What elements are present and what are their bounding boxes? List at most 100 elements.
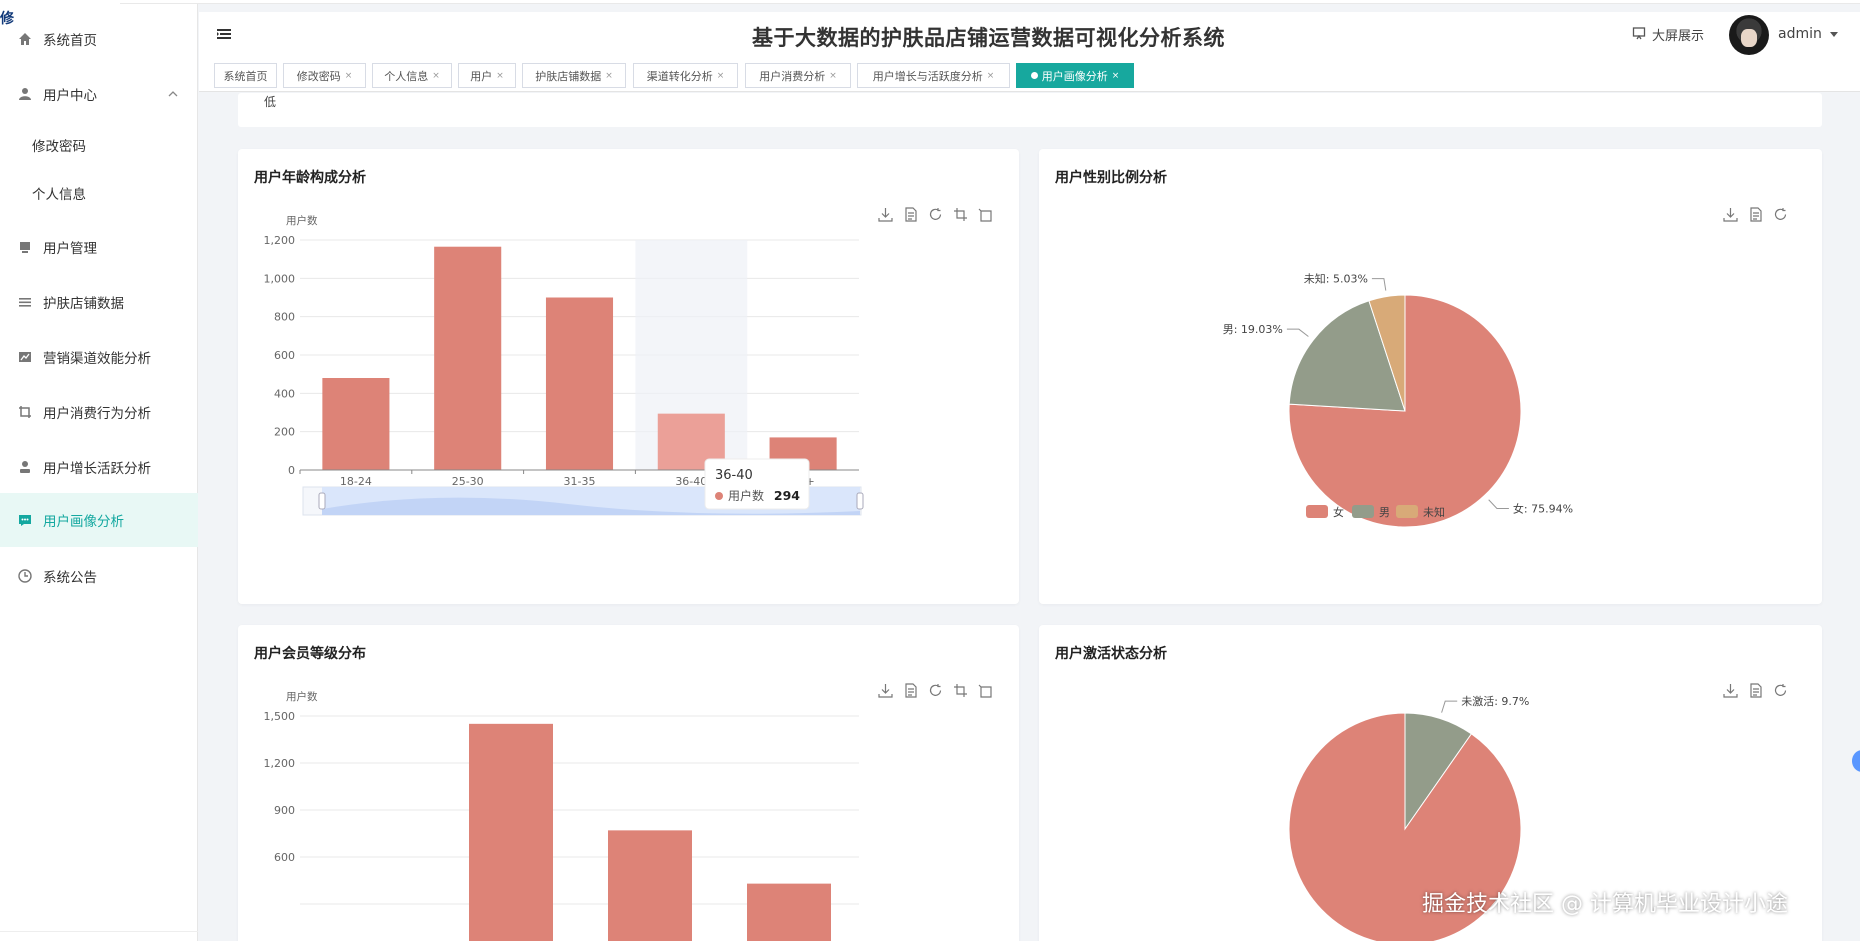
bar — [608, 830, 692, 941]
chart-tooltip: 36-40 用户数 294 — [704, 458, 810, 510]
y-tick-label: 600 — [274, 851, 295, 864]
close-icon[interactable]: × — [496, 71, 504, 81]
user-icon — [17, 86, 33, 102]
page-title: 基于大数据的护肤品店铺运营数据可视化分析系统 — [752, 26, 1225, 50]
datazoom-handle-left — [318, 492, 326, 510]
y-axis-label: 用户数 — [286, 690, 318, 703]
list-icon — [17, 294, 33, 310]
clock-icon — [17, 568, 33, 584]
tab-label: 用户画像分析 — [1041, 69, 1108, 83]
sidebar-item-label: 个人信息 — [32, 187, 86, 203]
tab-bar: 系统首页 修改密码 × 个人信息 × 用户 × 护肤店铺数据 × 渠道转化分析 × 用户消… — [199, 60, 1860, 92]
main-content: 低 用户年龄构成分析 用户数 0 200 400 600 800 1,000 1,200 18-… — [199, 93, 1860, 941]
tab-label: 用户 — [470, 69, 493, 83]
slice-label: 男: 19.03% — [1223, 323, 1283, 336]
chevron-up-icon — [168, 87, 178, 103]
sidebar-item-label: 用户增长活跃分析 — [43, 461, 151, 477]
watermark: 掘金技术社区 @ 计算机毕业设计小途 — [1422, 892, 1788, 917]
tab-label: 修改密码 — [296, 69, 341, 83]
datazoom-handle-right — [856, 492, 864, 510]
sidebar-item-announcement[interactable]: 系统公告 — [0, 549, 198, 603]
gender-chart-card: 用户性别比例分析 女: 75.94% 男: 19.03% 未知: 5.03% 女男未知 — [1039, 149, 1822, 604]
sidebar-item-label: 系统首页 — [43, 33, 97, 49]
close-icon[interactable]: × — [829, 71, 837, 81]
sidebar-item-consumption-analysis[interactable]: 用户消费行为分析 — [0, 385, 198, 439]
sidebar-item-user-center[interactable]: 用户中心 — [0, 67, 198, 121]
x-tick-label: 25-30 — [452, 475, 484, 488]
tab-user-profile[interactable]: 用户画像分析 × — [1016, 63, 1134, 88]
gender-pie-chart[interactable]: 女: 75.94% 男: 19.03% 未知: 5.03% 女 男 未知 — [1039, 149, 1822, 604]
label-line — [1441, 700, 1458, 713]
legend-swatch — [1306, 505, 1328, 518]
sidebar-scrollbar[interactable] — [0, 931, 198, 941]
label-line — [1488, 499, 1509, 510]
sidebar-item-label: 用户消费行为分析 — [43, 406, 151, 422]
y-tick-label: 200 — [274, 426, 295, 439]
top-line — [120, 0, 1860, 4]
tab-growth-activity[interactable]: 用户增长与活跃度分析 × — [857, 63, 1010, 88]
big-screen-button[interactable]: 大屏展示 — [1632, 25, 1704, 44]
sidebar-item-store-data[interactable]: 护肤店铺数据 — [0, 275, 198, 329]
tab-store-data[interactable]: 护肤店铺数据 × — [522, 63, 626, 88]
x-tick-label: 18-24 — [340, 475, 372, 488]
tab-label: 个人信息 — [384, 69, 429, 83]
close-icon[interactable]: × — [605, 71, 613, 81]
tab-home[interactable]: 系统首页 — [214, 63, 277, 88]
sidebar-item-growth-analysis[interactable]: 用户增长活跃分析 — [0, 440, 198, 494]
sidebar-item-personal-info[interactable]: 个人信息 — [0, 166, 198, 220]
x-tick-label: 31-35 — [564, 475, 596, 488]
membership-bar-chart[interactable]: 用户数 1,500 1,200 900 600 — [238, 625, 1019, 941]
bar — [322, 378, 390, 470]
tab-label: 用户消费分析 — [759, 69, 826, 83]
tab-label: 护肤店铺数据 — [535, 69, 602, 83]
tab-change-password[interactable]: 修改密码 × — [283, 63, 366, 88]
tab-label: 渠道转化分析 — [646, 69, 713, 83]
sidebar-item-channel-analysis[interactable]: 营销渠道效能分析 — [0, 330, 198, 384]
y-axis-label: 用户数 — [286, 214, 318, 227]
y-tick-label: 1,500 — [264, 710, 296, 723]
sidebar-item-user-management[interactable]: 用户管理 — [0, 220, 198, 274]
user-menu[interactable]: admin — [1778, 26, 1838, 42]
legend-label: 未知 — [1423, 505, 1445, 519]
close-icon[interactable]: × — [987, 71, 995, 81]
y-tick-label: 1,200 — [264, 234, 296, 247]
chart-icon — [17, 349, 33, 365]
close-icon[interactable]: × — [345, 71, 353, 81]
y-tick-label: 0 — [288, 464, 295, 477]
tab-personal-info[interactable]: 个人信息 × — [372, 63, 452, 88]
previous-card: 低 — [238, 93, 1822, 127]
x-tick-label: 36-40 — [675, 475, 707, 488]
close-icon[interactable]: × — [1112, 71, 1120, 81]
y-tick-label: 400 — [274, 387, 295, 400]
label-line — [1371, 278, 1387, 291]
tooltip-series: 用户数 — [728, 488, 764, 503]
y-tick-label: 900 — [274, 804, 295, 817]
tab-user[interactable]: 用户 × — [458, 63, 516, 88]
sidebar-item-user-profile[interactable]: 用户画像分析 — [0, 493, 198, 547]
bar — [545, 297, 614, 470]
close-icon[interactable]: × — [432, 71, 440, 81]
tab-channel-conversion[interactable]: 渠道转化分析 × — [633, 63, 738, 88]
close-icon[interactable]: × — [717, 71, 725, 81]
y-tick-label: 1,000 — [264, 272, 296, 285]
age-bar-chart[interactable]: 用户数 0 200 400 600 800 1,000 1,200 18-24 25-30 31-3… — [238, 149, 1019, 604]
label-line — [1286, 328, 1309, 337]
monitor-icon — [17, 239, 33, 255]
message-icon — [17, 512, 33, 528]
bar — [747, 883, 831, 941]
tab-consumption[interactable]: 用户消费分析 × — [745, 63, 851, 88]
legend-label: 男 — [1379, 506, 1390, 519]
sidebar-item-label: 用户管理 — [43, 241, 97, 257]
legend-swatch — [1396, 505, 1418, 518]
y-tick-label: 800 — [274, 311, 295, 324]
slice-label: 女: 75.94% — [1513, 502, 1573, 516]
legend-swatch — [1352, 505, 1374, 518]
sidebar-item-home[interactable]: 系统首页 — [0, 12, 198, 66]
screen-icon — [1632, 26, 1646, 44]
sidebar-item-change-password[interactable]: 修改密码 — [0, 118, 198, 172]
sidebar-item-label: 营销渠道效能分析 — [43, 351, 151, 367]
avatar[interactable] — [1729, 15, 1769, 55]
sidebar-item-label: 用户中心 — [43, 88, 97, 104]
username: admin — [1778, 26, 1822, 42]
bar — [434, 246, 502, 470]
